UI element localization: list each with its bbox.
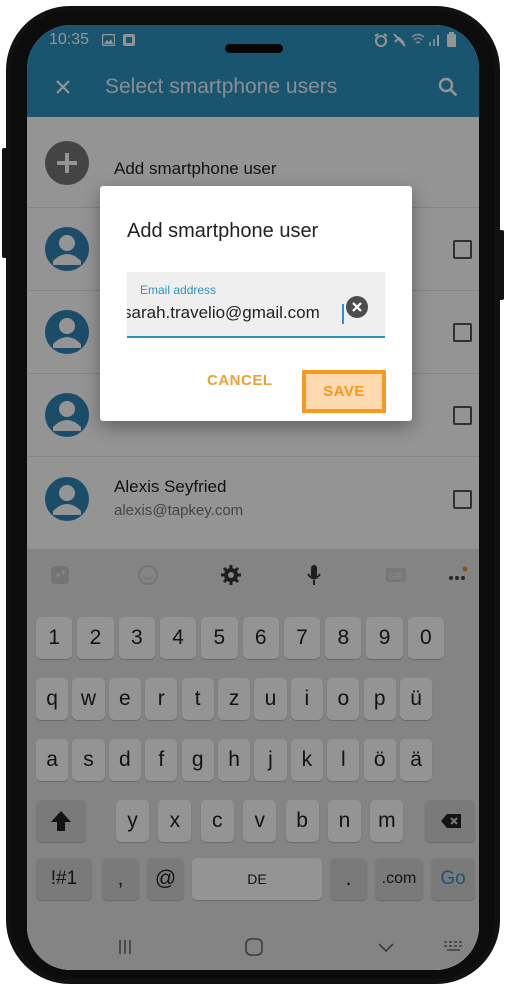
dialog-scrim[interactable] <box>27 25 479 970</box>
clear-x-icon <box>352 302 362 312</box>
email-field[interactable]: Email address sarah.travelio@gmail.com <box>127 272 385 338</box>
email-input[interactable]: sarah.travelio@gmail.com <box>127 303 320 323</box>
clear-field-button[interactable] <box>346 296 368 318</box>
dialog-title: Add smartphone user <box>127 220 319 242</box>
email-field-viewport: sarah.travelio@gmail.com <box>127 272 343 336</box>
add-user-dialog: Add smartphone user Email address sarah.… <box>100 186 412 421</box>
text-cursor <box>342 304 344 324</box>
phone-screen: 10:35 Select smartphone users Add smartp… <box>27 25 479 970</box>
save-button[interactable]: SAVE <box>302 370 386 413</box>
cancel-button[interactable]: CANCEL <box>207 372 273 389</box>
